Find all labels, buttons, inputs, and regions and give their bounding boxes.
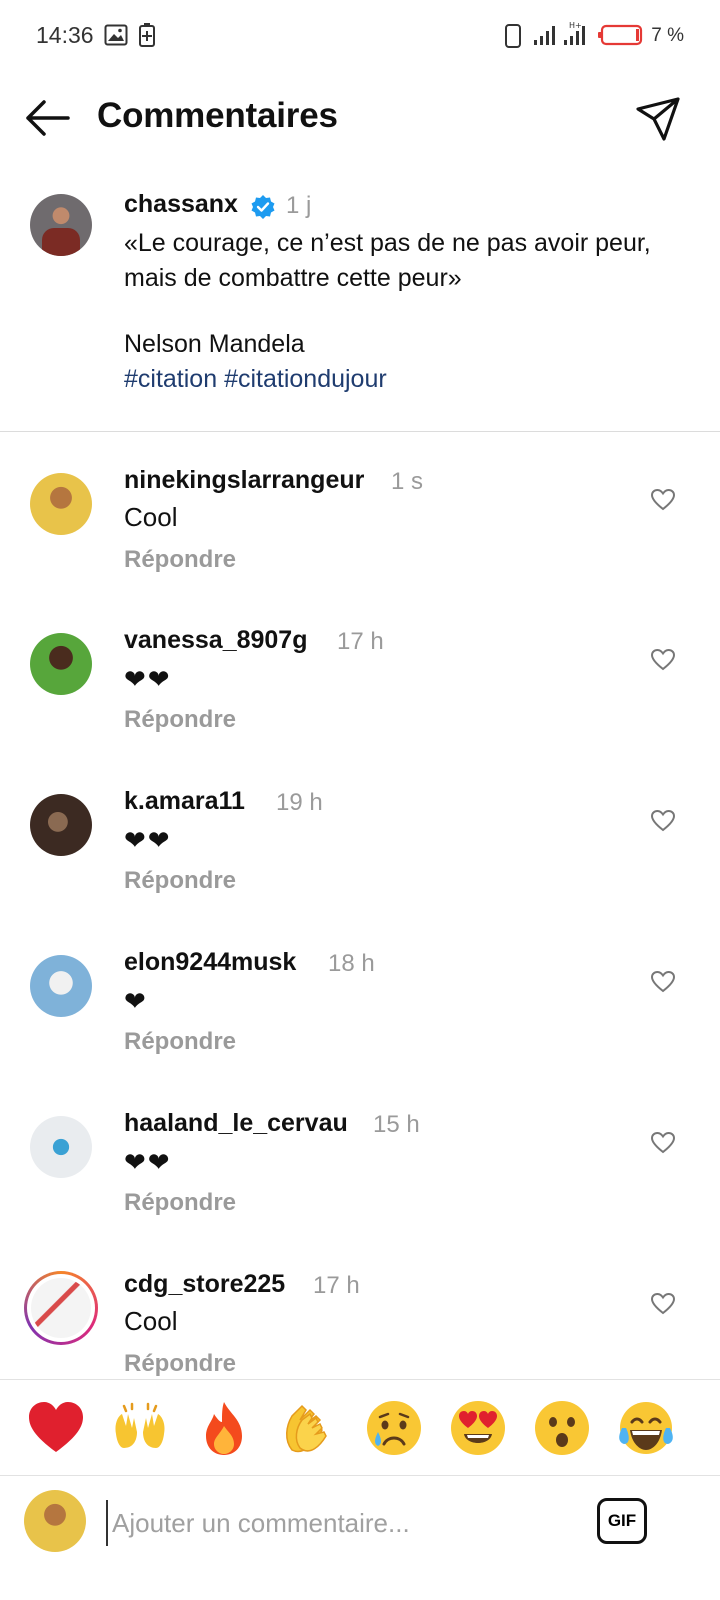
- reply-button[interactable]: Répondre: [124, 1189, 236, 1217]
- reply-button[interactable]: Répondre: [124, 1350, 236, 1378]
- signal-icon: [534, 26, 555, 45]
- svg-text:H+: H+: [569, 21, 582, 30]
- comment-text: ❤❤: [124, 825, 172, 855]
- crying-face-emoji-icon[interactable]: [364, 1398, 424, 1458]
- comment-time: 19 h: [276, 789, 323, 816]
- gif-button[interactable]: GIF: [597, 1498, 647, 1544]
- caption-text: «Le courage, ce n’est pas de ne pas avoi…: [124, 229, 651, 292]
- reply-button[interactable]: Répondre: [124, 867, 236, 895]
- image-notification-icon: [104, 24, 128, 46]
- caption-username[interactable]: chassanx: [124, 190, 238, 219]
- heart-emoji-icon[interactable]: [26, 1398, 86, 1458]
- comment-username[interactable]: haaland_le_cervau: [124, 1109, 348, 1138]
- phone-vibrate-icon: [505, 24, 521, 48]
- caption-time: 1 j: [286, 192, 312, 219]
- caption-author: Nelson Mandela: [124, 330, 305, 358]
- battery-icon: [598, 24, 643, 46]
- comment-text: ❤: [124, 986, 148, 1016]
- comment-time: 1 s: [391, 468, 424, 495]
- comment-username[interactable]: cdg_store225: [124, 1270, 285, 1299]
- caption-hashtags: #citation #citationdujour: [124, 365, 387, 394]
- back-button[interactable]: [22, 94, 74, 142]
- battery-saver-icon: [139, 23, 155, 47]
- emoji-quick-bar: [0, 1379, 720, 1476]
- comment-item: vanessa_8907g 17 h ❤❤ Répondre: [0, 600, 720, 760]
- verified-badge-icon: [251, 195, 275, 219]
- like-heart-icon[interactable]: [650, 808, 676, 834]
- reply-button[interactable]: Répondre: [124, 706, 236, 734]
- divider: [0, 431, 720, 432]
- back-arrow-icon: [26, 100, 70, 136]
- commenter-avatar[interactable]: [30, 473, 92, 535]
- comment-item: elon9244musk 18 h ❤ Répondre: [0, 922, 720, 1082]
- comment-time: 18 h: [328, 950, 375, 977]
- paper-plane-icon: [636, 97, 680, 141]
- status-time: 14:36: [36, 22, 94, 48]
- comment-item: haaland_le_cervau 15 h ❤❤ Répondre: [0, 1083, 720, 1243]
- comment-text: ❤❤: [124, 1147, 172, 1177]
- signal-hplus-icon: H+: [564, 21, 585, 45]
- comment-text: Cool: [124, 1306, 178, 1336]
- comment-time: 17 h: [337, 628, 384, 655]
- comment-text: ❤❤: [124, 664, 172, 694]
- like-heart-icon[interactable]: [650, 487, 676, 513]
- comment-time: 15 h: [373, 1111, 420, 1138]
- like-heart-icon[interactable]: [650, 969, 676, 995]
- comment-username[interactable]: vanessa_8907g: [124, 626, 307, 655]
- comment-username[interactable]: k.amara11: [124, 787, 245, 816]
- raised-hands-emoji-icon[interactable]: [110, 1398, 170, 1458]
- my-avatar: [24, 1490, 86, 1552]
- hashtag-link[interactable]: #citation: [124, 365, 217, 393]
- comment-username[interactable]: ninekingslarrangeur: [124, 466, 364, 495]
- story-ring[interactable]: [24, 1271, 98, 1345]
- commenter-avatar[interactable]: [30, 1116, 92, 1178]
- comment-time: 17 h: [313, 1272, 360, 1299]
- reply-button[interactable]: Répondre: [124, 1028, 236, 1056]
- commenter-avatar[interactable]: [30, 955, 92, 1017]
- comment-input[interactable]: [106, 1500, 584, 1546]
- status-bar: 14:36 H+ 7 %: [0, 0, 720, 72]
- share-button[interactable]: [634, 95, 682, 143]
- hashtag-link[interactable]: #citationdujour: [224, 365, 387, 393]
- comment-text: Cool: [124, 502, 178, 532]
- surprised-face-emoji-icon[interactable]: [532, 1398, 592, 1458]
- battery-percentage: 7 %: [651, 25, 684, 46]
- commenter-avatar[interactable]: [30, 633, 92, 695]
- like-heart-icon[interactable]: [650, 1130, 676, 1156]
- commenter-avatar: [31, 1278, 91, 1338]
- page-title: Commentaires: [97, 96, 338, 135]
- like-heart-icon[interactable]: [650, 647, 676, 673]
- commenter-avatar[interactable]: [30, 794, 92, 856]
- reply-button[interactable]: Répondre: [124, 546, 236, 574]
- like-heart-icon[interactable]: [650, 1291, 676, 1317]
- comment-username[interactable]: elon9244musk: [124, 948, 296, 977]
- comment-item: ninekingslarrangeur 1 s Cool Répondre: [0, 440, 720, 600]
- caption-avatar[interactable]: [30, 194, 92, 256]
- fire-emoji-icon[interactable]: [194, 1398, 254, 1458]
- comment-item: k.amara11 19 h ❤❤ Répondre: [0, 761, 720, 921]
- clapping-hands-emoji-icon[interactable]: [278, 1398, 338, 1458]
- heart-eyes-emoji-icon[interactable]: [448, 1398, 508, 1458]
- tears-of-joy-emoji-icon[interactable]: [616, 1398, 676, 1458]
